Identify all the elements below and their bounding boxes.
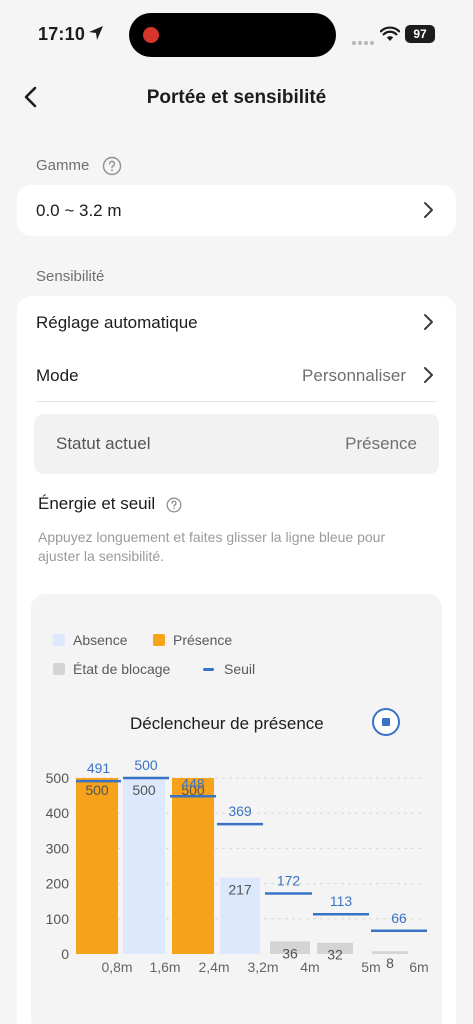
bar-plot: 0100200300400500500 500 50021736 328491 5004… xyxy=(46,757,429,975)
x-tick-label: 1,6m xyxy=(149,959,180,975)
mode-row[interactable]: Mode Personnaliser xyxy=(17,350,456,400)
threshold-label: 491 xyxy=(87,760,111,776)
y-tick-label: 500 xyxy=(46,770,70,786)
legend-absence: Absence xyxy=(53,632,127,648)
nav-bar: Portée et sensibilité xyxy=(0,75,473,119)
chevron-right-icon xyxy=(424,202,433,218)
y-tick-label: 100 xyxy=(46,911,70,927)
divider xyxy=(36,401,437,402)
dynamic-island xyxy=(129,13,336,57)
legend-absence-swatch xyxy=(53,634,65,646)
gamme-section-label: Gamme xyxy=(36,156,122,176)
current-status-box: Statut actuel Présence xyxy=(34,414,439,474)
x-tick-label: 5m xyxy=(361,959,380,975)
sensibilite-card: Réglage automatique Mode Personnaliser S… xyxy=(17,296,456,1024)
gamme-value: 0.0 ~ 3.2 m xyxy=(36,201,122,220)
chart-title: Déclencheur de présence xyxy=(130,714,324,733)
threshold-label: 448 xyxy=(181,775,205,791)
help-circle-icon[interactable] xyxy=(102,156,122,176)
bar xyxy=(372,951,408,954)
status-time: 17:10 xyxy=(38,24,86,44)
threshold-label: 172 xyxy=(277,872,301,888)
y-tick-label: 0 xyxy=(61,946,69,962)
current-status-value: Présence xyxy=(345,434,417,453)
stop-button[interactable] xyxy=(372,708,400,736)
legend-presence-swatch xyxy=(153,634,165,646)
y-tick-label: 200 xyxy=(46,876,70,892)
mode-label: Mode xyxy=(36,366,79,385)
x-tick-label: 0,8m xyxy=(101,959,132,975)
energy-chart: Absence Présence État de blocage Seuil D… xyxy=(31,594,442,1024)
x-tick-label: 4m xyxy=(300,959,319,975)
auto-adjust-row[interactable]: Réglage automatique xyxy=(17,296,456,348)
battery-icon: 97 xyxy=(405,25,435,43)
sensibilite-section-label: Sensibilité xyxy=(36,268,105,285)
bar-value-label: 32 xyxy=(327,947,343,963)
threshold-label: 66 xyxy=(391,910,407,926)
bar-value-label: 36 xyxy=(282,945,298,961)
x-tick-label: 2,4m xyxy=(198,959,229,975)
legend-blocked-swatch xyxy=(53,663,65,675)
wifi-icon xyxy=(380,26,400,41)
auto-adjust-label: Réglage automatique xyxy=(36,313,198,332)
bar-value-label: 8 xyxy=(386,955,394,971)
threshold-label: 369 xyxy=(228,803,252,819)
cellular-signal-icon xyxy=(352,32,376,50)
bar-value-label: 217 xyxy=(228,882,252,898)
current-status-label: Statut actuel xyxy=(56,434,151,453)
page-title: Portée et sensibilité xyxy=(146,87,327,108)
help-circle-icon[interactable] xyxy=(166,497,182,513)
recording-dot-icon xyxy=(143,27,159,43)
legend-presence: Présence xyxy=(153,632,232,648)
x-tick-label: 3,2m xyxy=(247,959,278,975)
mode-value: Personnaliser xyxy=(302,366,406,385)
bar-value-label: 500 xyxy=(132,782,156,798)
threshold-label: 113 xyxy=(330,893,353,909)
bar xyxy=(172,778,214,954)
status-bar: 17:10 97 xyxy=(0,0,473,62)
y-tick-label: 300 xyxy=(46,840,70,856)
bar xyxy=(123,778,165,954)
bar-value-label: 500 xyxy=(85,782,109,798)
threshold-label: 500 xyxy=(134,757,158,773)
legend-threshold-line xyxy=(203,668,214,671)
location-arrow-icon xyxy=(89,26,103,40)
bar xyxy=(76,778,118,954)
chevron-right-icon xyxy=(424,367,433,383)
legend-blocked: État de blocage xyxy=(53,661,170,677)
legend-threshold: Seuil xyxy=(203,661,255,677)
energy-threshold-title: Énergie et seuil xyxy=(38,494,182,514)
x-tick-label: 6m xyxy=(409,959,428,975)
gamme-row[interactable]: 0.0 ~ 3.2 m xyxy=(17,185,456,236)
chevron-right-icon xyxy=(424,314,433,330)
sensitivity-hint: Appuyez longuement et faites glisser la … xyxy=(38,529,386,564)
y-tick-label: 400 xyxy=(46,805,70,821)
